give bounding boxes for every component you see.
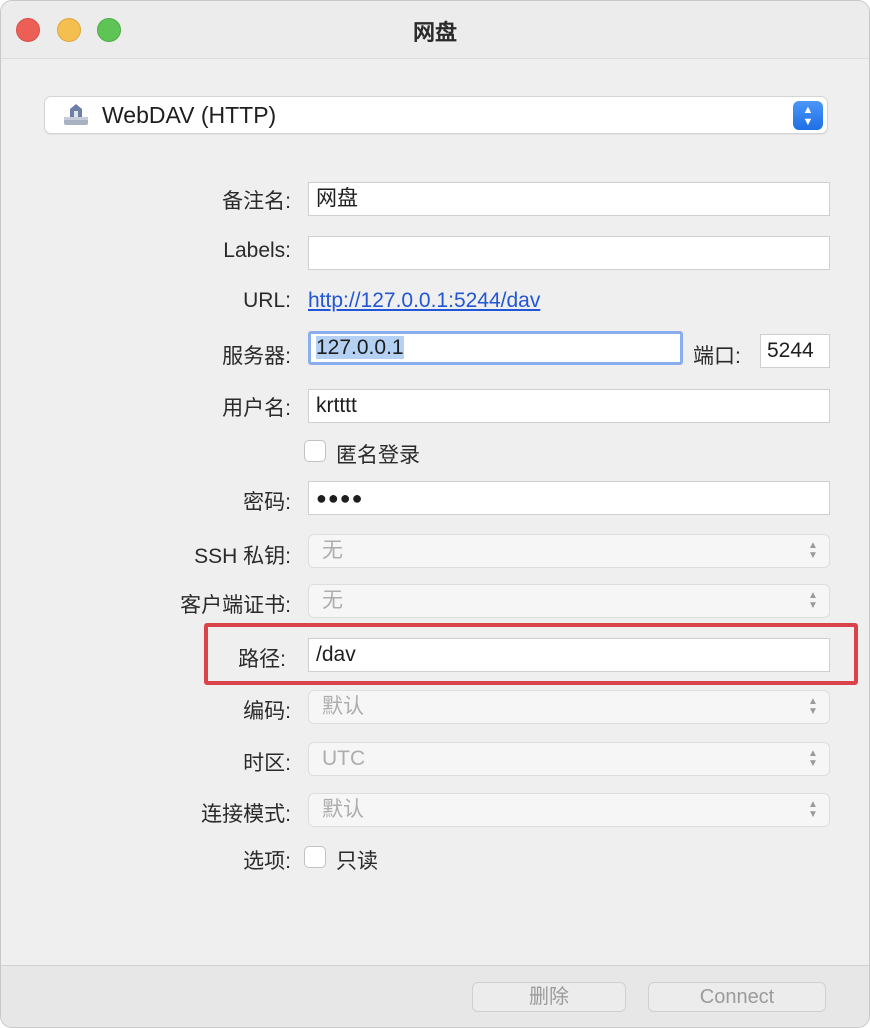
server-value: 127.0.0.1	[316, 336, 404, 359]
labels-label: Labels:	[223, 239, 291, 262]
network-drive-icon	[64, 104, 88, 125]
username-label: 用户名:	[222, 397, 291, 420]
protocol-label: WebDAV (HTTP)	[102, 102, 277, 128]
password-field[interactable]: ●●●●	[308, 481, 830, 515]
server-label: 服务器:	[222, 345, 291, 368]
footer-bar: 删除 Connect	[1, 965, 869, 1027]
url-label: URL:	[243, 289, 291, 312]
ssh-key-select[interactable]: 无 ▲ ▼	[308, 534, 830, 568]
labels-field[interactable]	[308, 236, 830, 270]
protocol-select[interactable]: WebDAV (HTTP) ▲ ▼	[44, 96, 828, 134]
connect-button[interactable]: Connect	[648, 982, 826, 1012]
timezone-value: UTC	[322, 747, 366, 770]
chevron-updown-icon: ▲ ▼	[808, 799, 818, 820]
anonymous-label: 匿名登录	[336, 444, 420, 467]
url-link[interactable]: http://127.0.0.1:5244/dav	[308, 289, 540, 313]
delete-button[interactable]: 删除	[472, 982, 626, 1012]
connect-mode-value: 默认	[322, 798, 364, 821]
chevron-updown-icon: ▲ ▼	[808, 748, 818, 769]
encoding-value: 默认	[322, 695, 364, 718]
options-label: 选项:	[243, 850, 291, 873]
client-cert-label: 客户端证书:	[180, 594, 291, 617]
ssh-key-value: 无	[322, 539, 343, 562]
title-bar: 网盘	[1, 1, 869, 59]
nickname-label: 备注名:	[222, 190, 291, 213]
readonly-label: 只读	[336, 850, 378, 873]
anonymous-checkbox[interactable]	[304, 440, 326, 462]
readonly-checkbox[interactable]	[304, 846, 326, 868]
username-field[interactable]: krtttt	[308, 389, 830, 423]
connect-mode-label: 连接模式:	[201, 803, 291, 826]
encoding-label: 编码:	[243, 700, 291, 723]
path-highlight-box	[204, 623, 858, 685]
chevron-updown-icon: ▲ ▼	[808, 590, 818, 611]
encoding-select[interactable]: 默认 ▲ ▼	[308, 690, 830, 724]
ssh-key-label: SSH 私钥:	[194, 545, 291, 568]
server-field[interactable]: 127.0.0.1	[308, 331, 683, 365]
timezone-label: 时区:	[243, 752, 291, 775]
connection-form: WebDAV (HTTP) ▲ ▼ 备注名: 网盘 Labels: URL: ht…	[1, 59, 869, 965]
chevron-updown-icon: ▲ ▼	[808, 540, 818, 561]
password-label: 密码:	[243, 491, 291, 514]
connect-mode-select[interactable]: 默认 ▲ ▼	[308, 793, 830, 827]
connection-window: 网盘 WebDAV (HTTP) ▲ ▼ 备注名: 网盘 Labels: URL:…	[0, 0, 870, 1028]
chevron-updown-icon: ▲ ▼	[808, 696, 818, 717]
client-cert-select[interactable]: 无 ▲ ▼	[308, 584, 830, 618]
client-cert-value: 无	[322, 589, 343, 612]
window-title: 网盘	[412, 20, 457, 45]
port-label: 端口:	[693, 345, 741, 368]
port-field[interactable]: 5244	[760, 334, 830, 368]
timezone-select[interactable]: UTC ▲ ▼	[308, 742, 830, 776]
nickname-field[interactable]: 网盘	[308, 182, 830, 216]
protocol-stepper-icon[interactable]: ▲ ▼	[793, 101, 823, 130]
